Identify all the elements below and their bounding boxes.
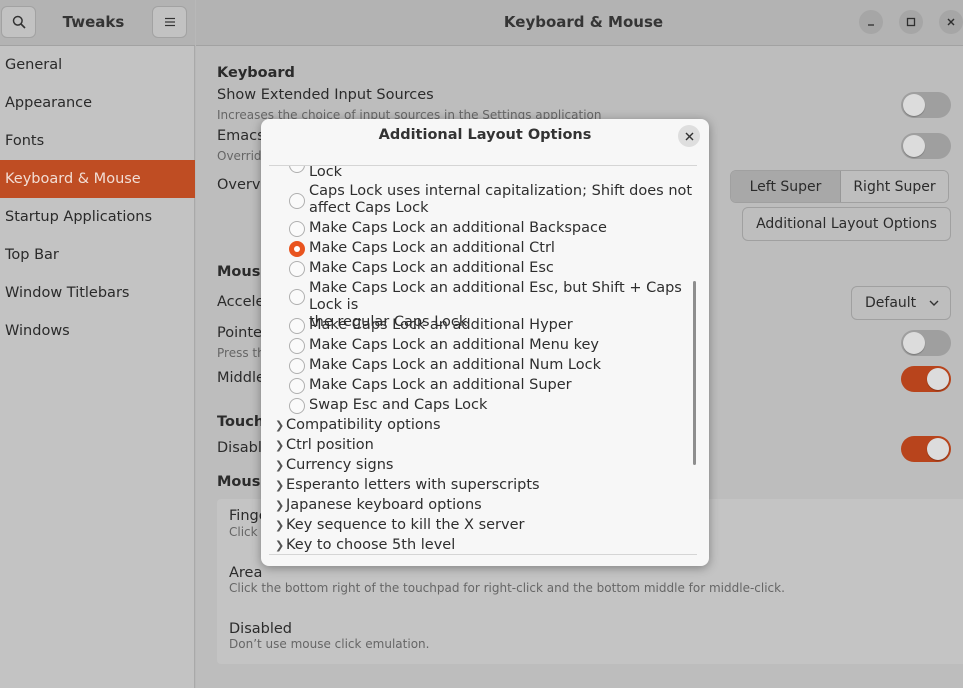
fingers-option-sub: Click	[229, 525, 258, 539]
chevron-right-icon: ❯	[275, 519, 285, 532]
maximize-icon	[906, 17, 916, 27]
pointer-location-toggle[interactable]	[901, 330, 951, 356]
close-icon	[947, 18, 955, 26]
option-label: Swap Esc and Caps Lock	[309, 397, 488, 413]
option-radio-checked[interactable]	[289, 241, 305, 257]
disable-while-typing-label: Disabl	[217, 440, 262, 456]
option-label: Make Caps Lock an additional Num Lock	[309, 357, 601, 373]
overview-shortcut-label: Overvi	[217, 177, 265, 193]
disable-while-typing-toggle[interactable]	[901, 436, 951, 462]
nav-item-top-bar[interactable]: Top Bar	[0, 236, 195, 274]
area-option-label[interactable]: Area	[229, 565, 262, 581]
option-radio[interactable]	[289, 378, 305, 394]
emacs-toggle[interactable]	[901, 133, 951, 159]
option-radio[interactable]	[289, 221, 305, 237]
chevron-right-icon: ❯	[275, 499, 285, 512]
maximize-button[interactable]	[899, 10, 923, 34]
option-radio[interactable]	[289, 289, 305, 305]
nav-item-windows[interactable]: Windows	[0, 312, 195, 350]
dialog-title: Additional Layout Options	[378, 127, 592, 143]
category-5th-level[interactable]: ❯ Key to choose 5th level	[275, 537, 455, 553]
emacs-label: Emacs	[217, 128, 265, 144]
option-label: Make Caps Lock an additional Hyper	[309, 317, 573, 333]
chevron-right-icon: ❯	[275, 479, 285, 492]
nav-list: General Appearance Fonts Keyboard & Mous…	[0, 46, 195, 350]
middle-click-paste-label: Middle	[217, 370, 265, 386]
option-radio[interactable]	[289, 398, 305, 414]
middle-click-paste-toggle[interactable]	[901, 366, 951, 392]
scrollbar[interactable]	[693, 281, 696, 465]
additional-layout-options-dialog: Additional Layout Options Lock Caps Lock…	[261, 119, 709, 566]
pointer-location-sub: Press th	[217, 346, 265, 360]
category-japanese[interactable]: ❯ Japanese keyboard options	[275, 497, 482, 513]
option-label: Caps Lock uses internal capitalization; …	[309, 183, 693, 216]
option-label: Lock	[309, 166, 343, 180]
category-compatibility[interactable]: ❯ Compatibility options	[275, 417, 441, 433]
extended-sources-toggle[interactable]	[901, 92, 951, 118]
app-title: Tweaks	[62, 13, 125, 31]
left-super-button[interactable]: Left Super	[731, 171, 841, 202]
option-radio[interactable]	[289, 358, 305, 374]
disabled-option-sub: Don’t use mouse click emulation.	[229, 637, 430, 651]
toggle-knob	[903, 94, 925, 116]
toggle-knob	[927, 368, 949, 390]
search-button[interactable]	[1, 6, 36, 38]
option-radio[interactable]	[289, 166, 305, 173]
dialog-separator	[269, 554, 697, 555]
chevron-down-icon	[929, 300, 939, 306]
option-label: Make Caps Lock an additional Menu key	[309, 337, 599, 353]
window-title: Keyboard & Mouse	[503, 13, 664, 31]
nav-item-appearance[interactable]: Appearance	[0, 84, 195, 122]
dialog-close-button[interactable]	[678, 125, 700, 147]
minimize-icon	[868, 24, 874, 26]
category-currency-signs[interactable]: ❯ Currency signs	[275, 457, 393, 473]
sidebar: Tweaks General Appearance Fonts Keyboard…	[0, 0, 195, 688]
pointer-location-label: Pointe	[217, 325, 262, 341]
close-icon	[685, 132, 693, 140]
option-label: Make Caps Lock an additional Esc	[309, 260, 554, 276]
area-option-sub: Click the bottom right of the touchpad f…	[229, 581, 785, 595]
emacs-sub: Overrid	[217, 149, 262, 163]
option-label: Make Caps Lock an additional Ctrl	[309, 240, 555, 256]
menu-button[interactable]	[152, 6, 187, 38]
touchpad-heading: Touch	[217, 414, 265, 430]
option-radio[interactable]	[289, 261, 305, 277]
header-bar: Keyboard & Mouse	[196, 0, 963, 46]
toggle-knob	[903, 332, 925, 354]
hamburger-icon	[164, 17, 175, 27]
additional-layout-options-button[interactable]: Additional Layout Options	[742, 207, 951, 241]
chevron-right-icon: ❯	[275, 459, 285, 472]
acceleration-dropdown[interactable]: Default	[851, 286, 951, 320]
chevron-right-icon: ❯	[275, 439, 285, 452]
option-radio[interactable]	[289, 193, 305, 209]
acceleration-value: Default	[865, 295, 917, 311]
search-icon	[12, 15, 26, 29]
nav-item-fonts[interactable]: Fonts	[0, 122, 195, 160]
close-button[interactable]	[939, 10, 963, 34]
minimize-button[interactable]	[859, 10, 883, 34]
toggle-knob	[903, 135, 925, 157]
nav-item-general[interactable]: General	[0, 46, 195, 84]
layout-options-list: Lock Caps Lock uses internal capitalizat…	[261, 166, 709, 554]
chevron-right-icon: ❯	[275, 539, 285, 552]
super-key-selector: Left Super Right Super	[730, 170, 949, 203]
option-label: Make Caps Lock an additional Super	[309, 377, 572, 393]
category-ctrl-position[interactable]: ❯ Ctrl position	[275, 437, 374, 453]
nav-item-startup-applications[interactable]: Startup Applications	[0, 198, 195, 236]
extended-sources-label: Show Extended Input Sources	[217, 87, 434, 103]
right-super-button[interactable]: Right Super	[841, 171, 948, 202]
acceleration-label: Accele	[217, 294, 265, 310]
keyboard-heading: Keyboard	[217, 65, 295, 81]
option-label: Make Caps Lock an additional Backspace	[309, 220, 607, 236]
option-radio[interactable]	[289, 338, 305, 354]
toggle-knob	[927, 438, 949, 460]
option-radio[interactable]	[289, 318, 305, 334]
category-kill-x-server[interactable]: ❯ Key sequence to kill the X server	[275, 517, 525, 533]
chevron-right-icon: ❯	[275, 419, 285, 432]
nav-item-keyboard-mouse[interactable]: Keyboard & Mouse	[0, 160, 195, 198]
category-esperanto[interactable]: ❯ Esperanto letters with superscripts	[275, 477, 540, 493]
nav-item-window-titlebars[interactable]: Window Titlebars	[0, 274, 195, 312]
sidebar-header: Tweaks	[0, 0, 195, 46]
disabled-option-label[interactable]: Disabled	[229, 621, 292, 637]
